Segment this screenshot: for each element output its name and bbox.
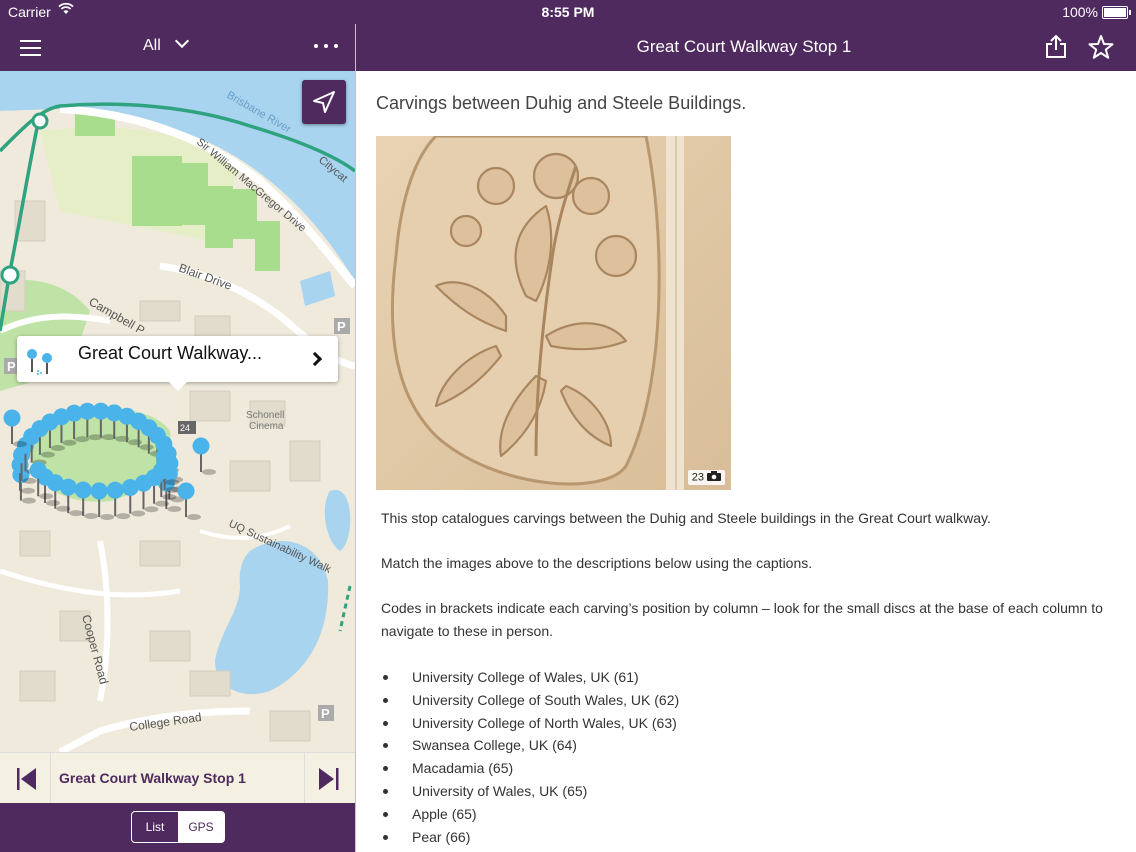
share-icon[interactable]: [1044, 34, 1068, 65]
sports-field: [132, 156, 182, 226]
battery-icon: [1102, 6, 1131, 19]
detail-title: Great Court Walkway Stop 1: [636, 37, 852, 56]
menu-icon[interactable]: [20, 40, 41, 56]
stop-navigator: Great Court Walkway Stop 1: [0, 752, 355, 804]
map-pin-icon[interactable]: [192, 437, 210, 455]
map-pin-icon[interactable]: [121, 479, 139, 497]
pin-callout[interactable]: Great Court Walkway...: [17, 336, 338, 391]
callout-title: Great Court Walkway...: [78, 343, 263, 363]
stop-heading: Carvings between Duhig and Steele Buildi…: [376, 93, 747, 113]
current-stop-label: Great Court Walkway Stop 1: [59, 770, 246, 786]
navigation-arrow-icon: [313, 91, 335, 113]
map-pin-icon[interactable]: [74, 481, 92, 499]
next-stop-button[interactable]: [304, 753, 355, 804]
chevron-down-icon: [174, 33, 189, 49]
list-item: Apple (65): [381, 803, 679, 826]
map-pin-icon[interactable]: [177, 482, 195, 500]
clock: 8:55 PM: [541, 4, 595, 20]
more-options-icon[interactable]: [314, 44, 338, 50]
map-pin-icon[interactable]: [106, 481, 124, 499]
list-item: University College of Wales, UK (61): [381, 666, 679, 689]
list-item: Pear (66): [381, 826, 679, 849]
parking-icon: P: [321, 706, 330, 721]
carving-image: [376, 136, 731, 490]
photo-count: 23: [691, 471, 704, 484]
list-item: Swansea College, UK (64): [381, 734, 679, 757]
transit-stop-icon[interactable]: [31, 112, 49, 130]
filter-dropdown[interactable]: All: [143, 33, 189, 55]
chevron-right-icon: [307, 351, 323, 367]
detail-content[interactable]: Carvings between Duhig and Steele Buildi…: [356, 71, 1136, 852]
pin-cluster-count: 24: [180, 423, 190, 433]
locate-me-button[interactable]: [302, 80, 346, 124]
map-pin-icon[interactable]: [3, 409, 21, 427]
photo-count-badge[interactable]: 23: [687, 470, 725, 485]
map-navbar: All: [0, 24, 355, 71]
skip-forward-icon: [319, 768, 339, 790]
intro-paragraph: This stop catalogues carvings between th…: [381, 510, 991, 526]
map-pin-icon[interactable]: [29, 461, 47, 479]
list-item: University of Wales, UK (65): [381, 780, 679, 803]
previous-stop-button[interactable]: [0, 753, 51, 804]
filter-label: All: [143, 37, 161, 54]
list-item: Macadamia (65): [381, 757, 679, 780]
mode-toolbar: List GPS: [0, 803, 355, 852]
carving-photo[interactable]: 23: [376, 136, 731, 490]
mode-list-button[interactable]: List: [132, 812, 178, 842]
detail-navbar: Great Court Walkway Stop 1: [356, 24, 1136, 71]
battery-percent: 100%: [1062, 4, 1098, 20]
status-bar: Carrier 8:55 PM 100%: [0, 0, 1136, 24]
codes-paragraph: Codes in brackets indicate each carving’…: [381, 600, 1103, 639]
camera-icon: [707, 471, 721, 484]
mode-gps-button[interactable]: GPS: [178, 812, 224, 842]
transit-stop-icon[interactable]: [0, 265, 20, 285]
favorite-star-icon[interactable]: [1088, 34, 1114, 65]
skip-back-icon: [17, 768, 36, 790]
map-label-cinema-2: Cinema: [249, 421, 284, 432]
map-label-cinema-1: Schonell: [246, 410, 284, 421]
map-panel: All Brisbane River Sir William MacGregor…: [0, 24, 355, 852]
map-canvas: Brisbane River Sir William MacGregor Dri…: [0, 71, 355, 752]
map-view[interactable]: Brisbane River Sir William MacGregor Dri…: [0, 71, 355, 752]
carving-list: University College of Wales, UK (61) Uni…: [381, 666, 679, 848]
map-pin-icon[interactable]: [90, 482, 108, 500]
list-item: University College of North Wales, UK (6…: [381, 712, 679, 735]
mode-segmented-control: List GPS: [131, 811, 225, 843]
list-item: University College of South Wales, UK (6…: [381, 689, 679, 712]
instruction-paragraph: Match the images above to the descriptio…: [381, 555, 813, 571]
parking-icon: P: [7, 359, 16, 374]
parking-icon: P: [337, 319, 346, 334]
detail-panel: Great Court Walkway Stop 1 Carvings betw…: [356, 24, 1136, 852]
